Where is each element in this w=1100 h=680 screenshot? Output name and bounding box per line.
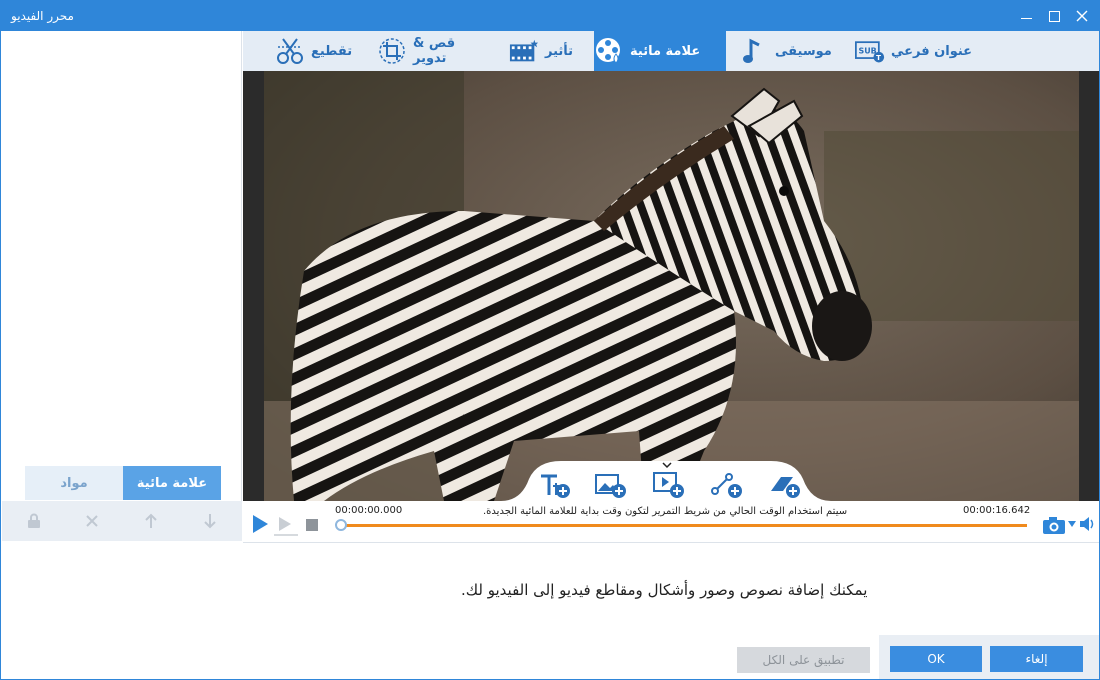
close-button[interactable] [1072, 6, 1092, 26]
tab-clip-label: تقطيع [311, 43, 353, 59]
tab-materials[interactable]: مواد [25, 466, 123, 500]
playback-controls: 00:00:00.000 سيتم استخدام الوقت الحالي م… [243, 501, 1099, 543]
overlay-tool-tray [501, 459, 831, 501]
timeline-slider[interactable] [339, 524, 1027, 527]
add-shape-icon [711, 473, 742, 498]
lock-icon [28, 513, 40, 528]
tab-clip[interactable]: تقطيع [275, 31, 365, 71]
video-editor-window: محرر الفيديو مواد علامة مائية SUB T عنوا… [0, 0, 1100, 680]
tab-watermark-label: علامة مائية [630, 43, 701, 59]
delete-x-icon [86, 515, 98, 527]
effect-film-icon [509, 36, 539, 66]
add-text-button[interactable] [539, 473, 571, 499]
video-frame [264, 71, 1079, 501]
minimize-button[interactable] [1016, 6, 1036, 26]
volume-button[interactable] [1079, 515, 1097, 533]
add-text-icon [541, 474, 570, 498]
video-preview-area [243, 71, 1099, 501]
info-text: يمكنك إضافة نصوص وصور وأشكال ومقاطع فيدي… [461, 581, 868, 599]
close-icon [1076, 10, 1088, 22]
timeline-handle[interactable] [335, 519, 347, 531]
chevron-down-icon [1068, 521, 1076, 527]
scissors-icon [275, 36, 305, 66]
add-video-button[interactable] [653, 461, 685, 499]
cancel-button[interactable]: إلغاء [990, 646, 1083, 672]
move-down-button[interactable] [200, 511, 220, 531]
tab-music[interactable]: موسيقى [739, 31, 845, 71]
crop-rotate-icon [377, 36, 407, 66]
maximize-icon [1048, 10, 1060, 22]
maximize-button[interactable] [1044, 6, 1064, 26]
add-image-button[interactable] [595, 473, 627, 499]
svg-text:SUB: SUB [859, 47, 877, 56]
window-title: محرر الفيديو [11, 9, 74, 23]
play-clip-button[interactable] [273, 515, 299, 537]
camera-icon [1043, 517, 1065, 534]
svg-text:T: T [876, 53, 881, 62]
watermark-list-panel: مواد علامة مائية [2, 31, 242, 541]
add-shape-button[interactable] [711, 473, 743, 499]
add-video-icon [653, 462, 684, 498]
subtitle-icon: SUB T [855, 36, 885, 66]
play-icon [253, 515, 268, 533]
move-up-icon [145, 513, 157, 528]
dialog-button-bar: OK إلغاء [879, 635, 1099, 679]
title-bar: محرر الفيديو [1, 1, 1099, 31]
left-panel-tabs: مواد علامة مائية [25, 466, 221, 500]
tab-watermark-list[interactable]: علامة مائية [123, 466, 221, 500]
play-clip-icon [274, 517, 298, 536]
stop-icon [306, 519, 318, 531]
start-time-hint: سيتم استخدام الوقت الحالي من شريط التمري… [483, 506, 848, 517]
tab-subtitle[interactable]: SUB T عنوان فرعي [855, 31, 985, 71]
tab-music-label: موسيقى [775, 43, 832, 59]
editor-tab-bar: SUB T عنوان فرعي موسيقى علامة مائية تأثير [243, 31, 1099, 71]
total-time: 00:00:16.642 [963, 505, 1031, 516]
minimize-icon [1020, 18, 1032, 19]
move-down-icon [204, 514, 216, 529]
play-button[interactable] [249, 513, 271, 535]
zebra-video-image [264, 71, 1079, 501]
tab-effect-label: تأثير [545, 43, 574, 59]
ok-button[interactable]: OK [890, 646, 982, 672]
watermark-reel-icon [594, 36, 624, 66]
add-image-icon [595, 474, 626, 498]
stop-button[interactable] [305, 518, 319, 532]
current-time: 00:00:00.000 [335, 505, 403, 516]
apply-to-all-button[interactable]: تطبيق على الكل [737, 647, 870, 673]
tab-watermark[interactable]: علامة مائية [594, 31, 726, 71]
lock-button[interactable] [24, 511, 44, 531]
music-note-icon [739, 36, 769, 66]
left-panel-toolbar [2, 501, 242, 541]
move-up-button[interactable] [141, 511, 161, 531]
snapshot-button[interactable] [1041, 514, 1067, 536]
add-erase-button[interactable] [769, 473, 801, 499]
volume-icon [1080, 517, 1094, 531]
add-erase-icon [771, 477, 800, 498]
tab-crop-rotate[interactable]: قص & تدوير [377, 31, 497, 71]
tab-crop-rotate-label: قص & تدوير [413, 36, 456, 66]
tab-effect[interactable]: تأثير [509, 31, 589, 71]
delete-button[interactable] [82, 511, 102, 531]
snapshot-dropdown-button[interactable] [1067, 519, 1077, 529]
tab-subtitle-label: عنوان فرعي [891, 43, 973, 59]
